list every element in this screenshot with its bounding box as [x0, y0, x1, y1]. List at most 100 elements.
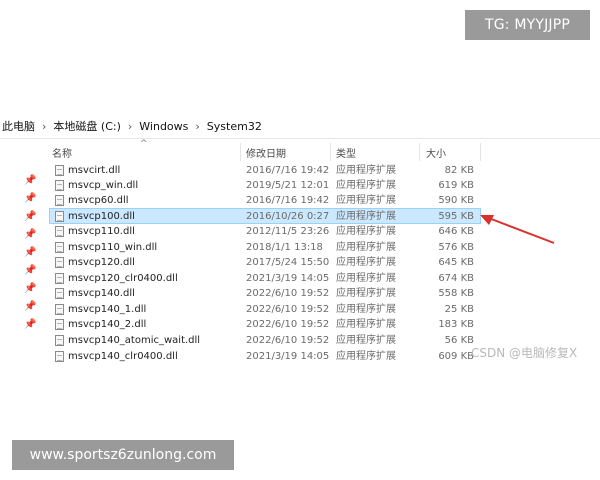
chevron-right-icon: ›: [127, 120, 133, 133]
file-row[interactable]: msvcp120.dll 2017/5/24 15:50 应用程序扩展 645 …: [50, 255, 480, 270]
file-row-selected[interactable]: msvcp100.dll 2016/10/26 0:27 应用程序扩展 595 …: [49, 208, 481, 224]
breadcrumb-system32[interactable]: System32: [205, 116, 264, 138]
dll-file-icon: [55, 351, 64, 362]
file-row[interactable]: msvcp140_1.dll 2022/6/10 19:52 应用程序扩展 25…: [50, 302, 480, 317]
file-size: 619 KB: [438, 180, 474, 191]
pin-icon: 📌: [24, 211, 37, 222]
file-type: 应用程序扩展: [336, 257, 396, 268]
file-size: 595 KB: [438, 211, 474, 222]
dll-file-icon: [55, 242, 64, 253]
dll-file-icon: [55, 257, 64, 268]
column-divider[interactable]: [330, 143, 331, 161]
file-name: msvcp140_atomic_wait.dll: [68, 335, 201, 346]
file-name: msvcp_win.dll: [68, 180, 139, 191]
file-row[interactable]: msvcp60.dll 2016/7/16 19:42 应用程序扩展 590 K…: [50, 193, 480, 208]
dll-file-icon: [55, 304, 64, 315]
file-date: 2016/7/16 19:42: [246, 165, 330, 176]
breadcrumb-windows[interactable]: Windows: [137, 116, 190, 138]
file-type: 应用程序扩展: [336, 195, 396, 206]
file-date: 2021/3/19 14:05: [246, 273, 330, 284]
file-row[interactable]: msvcirt.dll 2016/7/16 19:42 应用程序扩展 82 KB: [50, 163, 480, 178]
column-divider[interactable]: [240, 143, 241, 161]
file-row[interactable]: msvcp120_clr0400.dll 2021/3/19 14:05 应用程…: [50, 271, 480, 286]
chevron-right-icon: ›: [195, 120, 200, 133]
breadcrumb-this-pc[interactable]: 此电脑: [0, 116, 37, 138]
column-header-date[interactable]: 修改日期: [246, 145, 286, 160]
file-date: 2022/6/10 19:52: [246, 288, 330, 299]
file-type: 应用程序扩展: [336, 242, 396, 253]
file-size: 646 KB: [438, 226, 474, 237]
file-type: 应用程序扩展: [336, 165, 396, 176]
file-row[interactable]: msvcp140_clr0400.dll 2021/3/19 14:05 应用程…: [50, 349, 480, 364]
file-size: 558 KB: [438, 288, 474, 299]
file-type: 应用程序扩展: [336, 180, 396, 191]
dll-file-icon: [55, 180, 64, 191]
file-row[interactable]: msvcp110_win.dll 2018/1/1 13:18 应用程序扩展 5…: [50, 240, 480, 255]
file-date: 2019/5/21 12:01: [246, 180, 330, 191]
file-date: 2018/1/1 13:18: [246, 242, 323, 253]
file-size: 56 KB: [444, 335, 474, 346]
column-header-row: ^ 名称 修改日期 类型 大小: [0, 139, 600, 163]
dll-file-icon: [55, 319, 64, 330]
file-row[interactable]: msvcp140.dll 2022/6/10 19:52 应用程序扩展 558 …: [50, 286, 480, 301]
dll-file-icon: [55, 226, 64, 237]
file-name: msvcp110_win.dll: [68, 242, 158, 253]
chevron-right-icon: ›: [42, 120, 47, 133]
dll-file-icon: [55, 335, 64, 346]
file-row[interactable]: msvcp140_atomic_wait.dll 2022/6/10 19:52…: [50, 333, 480, 348]
file-type: 应用程序扩展: [336, 288, 396, 299]
pin-icon: 📌: [24, 247, 37, 258]
column-header-type[interactable]: 类型: [336, 145, 356, 160]
file-date: 2016/7/16 19:42: [246, 195, 330, 206]
pin-icon: 📌: [24, 229, 37, 240]
pin-icon: 📌: [24, 301, 37, 312]
breadcrumb-local-disk[interactable]: 本地磁盘 (C:): [51, 116, 122, 138]
file-size: 645 KB: [438, 257, 474, 268]
file-row[interactable]: msvcp_win.dll 2019/5/21 12:01 应用程序扩展 619…: [50, 178, 480, 193]
file-size: 590 KB: [438, 195, 474, 206]
file-size: 183 KB: [438, 319, 474, 330]
column-divider[interactable]: [419, 143, 420, 161]
file-date: 2022/6/10 19:52: [246, 304, 330, 315]
sort-up-icon: ^: [140, 139, 148, 149]
file-name: msvcp140_1.dll: [68, 304, 147, 315]
red-arrow-annotation: [480, 215, 555, 244]
file-size: 609 KB: [438, 351, 474, 362]
file-name: msvcp120_clr0400.dll: [68, 273, 178, 284]
file-name: msvcp60.dll: [68, 195, 129, 206]
file-name: msvcp140_clr0400.dll: [68, 351, 178, 362]
file-name: msvcp140_2.dll: [68, 319, 147, 330]
column-header-size[interactable]: 大小: [426, 145, 446, 160]
file-type: 应用程序扩展: [336, 351, 396, 362]
file-type: 应用程序扩展: [336, 273, 396, 284]
column-divider[interactable]: [480, 143, 481, 161]
file-type: 应用程序扩展: [336, 319, 396, 330]
file-size: 25 KB: [444, 304, 474, 315]
telegram-watermark: TG: MYYJJPP: [465, 10, 590, 40]
file-row[interactable]: msvcp110.dll 2012/11/5 23:26 应用程序扩展 646 …: [50, 224, 480, 239]
file-name: msvcirt.dll: [68, 165, 121, 176]
file-date: 2012/11/5 23:26: [246, 226, 330, 237]
file-name: msvcp140.dll: [68, 288, 135, 299]
file-date: 2016/10/26 0:27: [246, 211, 330, 222]
file-row[interactable]: msvcp140_2.dll 2022/6/10 19:52 应用程序扩展 18…: [50, 317, 480, 332]
column-header-name[interactable]: 名称: [52, 145, 72, 160]
file-size: 674 KB: [438, 273, 474, 284]
file-type: 应用程序扩展: [336, 335, 396, 346]
dll-file-icon: [55, 288, 64, 299]
dll-file-icon: [55, 165, 64, 176]
file-size: 576 KB: [438, 242, 474, 253]
file-date: 2021/3/19 14:05: [246, 351, 330, 362]
pin-icon: 📌: [24, 193, 37, 204]
dll-file-icon: [55, 195, 64, 206]
file-type: 应用程序扩展: [336, 211, 396, 222]
file-type: 应用程序扩展: [336, 226, 396, 237]
file-name: msvcp110.dll: [68, 226, 135, 237]
dll-file-icon: [55, 211, 64, 222]
dll-file-icon: [55, 273, 64, 284]
file-date: 2017/5/24 15:50: [246, 257, 330, 268]
file-name: msvcp120.dll: [68, 257, 135, 268]
breadcrumb: 此电脑 › 本地磁盘 (C:) › Windows › System32: [0, 116, 600, 139]
pin-icon: 📌: [24, 319, 37, 330]
pin-icon: 📌: [24, 283, 37, 294]
